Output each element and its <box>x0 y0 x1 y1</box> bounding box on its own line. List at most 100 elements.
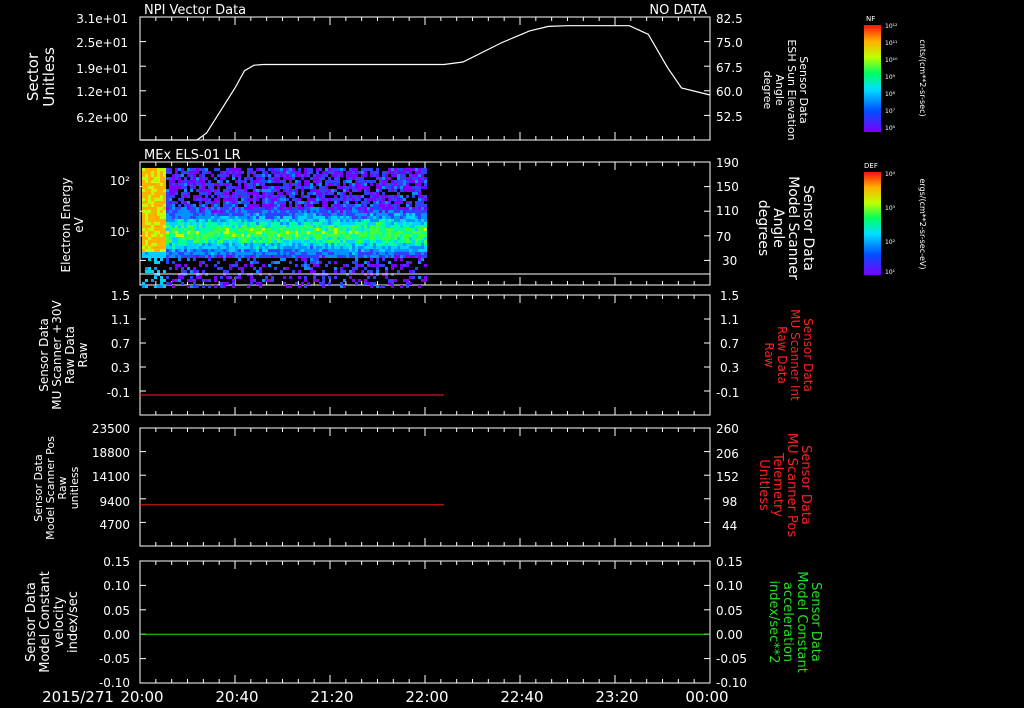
spectrogram-cell <box>190 171 193 174</box>
p4-right-tick: 206 <box>716 447 739 461</box>
spectrogram-cell <box>331 246 334 249</box>
spectrogram-cell <box>256 240 259 243</box>
spectrogram-cell <box>265 228 268 231</box>
spectrogram-cell <box>274 219 277 222</box>
spectrogram-cell <box>193 195 196 198</box>
spectrogram-cell <box>418 198 421 201</box>
spectrogram-cell <box>271 186 274 189</box>
spectrogram-cell <box>418 210 421 213</box>
spectrogram-cell <box>175 243 178 246</box>
spectrogram-cell <box>196 225 199 228</box>
spectrogram-cell <box>313 246 316 249</box>
spectrogram-cell <box>187 243 190 246</box>
spectrogram-cell <box>382 246 385 249</box>
spectrogram-cell <box>166 198 169 201</box>
spectrogram-cell <box>226 174 229 177</box>
spectrogram-cell <box>313 231 316 234</box>
spectrogram-cell <box>370 285 373 288</box>
spectrogram-cell <box>145 228 148 231</box>
spectrogram-cell <box>295 213 298 216</box>
spectrogram-cell <box>280 237 283 240</box>
spectrogram-cell <box>256 228 259 231</box>
p5-left-tick: 0.15 <box>103 555 130 569</box>
spectrogram-cell <box>271 234 274 237</box>
spectrogram-cell <box>292 231 295 234</box>
spectrogram-cell <box>229 249 232 252</box>
spectrogram-cell <box>268 195 271 198</box>
spectrogram-cell <box>424 198 427 201</box>
spectrogram-cell <box>361 255 364 258</box>
spectrogram-cell <box>241 234 244 237</box>
colorbar1-tick: 10⁹ <box>885 74 896 81</box>
spectrogram-cell <box>301 249 304 252</box>
spectrogram-cell <box>382 207 385 210</box>
spectrogram-cell <box>397 246 400 249</box>
spectrogram-cell <box>361 204 364 207</box>
spectrogram-cell <box>181 174 184 177</box>
spectrogram-cell <box>304 171 307 174</box>
spectrogram-cell <box>256 249 259 252</box>
spectrogram-cell <box>412 219 415 222</box>
spectrogram-cell <box>256 207 259 210</box>
spectrogram-cell <box>223 177 226 180</box>
spectrogram-cell <box>364 267 367 270</box>
spectrogram-cell <box>325 225 328 228</box>
spectrogram-cell <box>355 237 358 240</box>
spectrogram-cell <box>403 180 406 183</box>
spectrogram-cell <box>187 249 190 252</box>
spectrogram-cell <box>304 204 307 207</box>
spectrogram-cell <box>193 213 196 216</box>
spectrogram-cell <box>256 168 259 171</box>
spectrogram-cell <box>355 189 358 192</box>
spectrogram-cell <box>148 225 151 228</box>
spectrogram-cell <box>163 249 166 252</box>
spectrogram-cell <box>214 276 217 279</box>
spectrogram-cell <box>340 255 343 258</box>
spectrogram-cell <box>382 201 385 204</box>
spectrogram-cell <box>385 186 388 189</box>
spectrogram-cell <box>226 186 229 189</box>
spectrogram-cell <box>325 249 328 252</box>
spectrogram-cell <box>304 195 307 198</box>
spectrogram-cell <box>208 183 211 186</box>
spectrogram-cell <box>160 207 163 210</box>
spectrogram-cell <box>283 195 286 198</box>
spectrogram-cell <box>220 174 223 177</box>
p5-right-tick: 0.15 <box>716 555 743 569</box>
spectrogram-cell <box>409 243 412 246</box>
spectrogram-cell <box>283 180 286 183</box>
spectrogram-cell <box>310 255 313 258</box>
spectrogram-cell <box>328 225 331 228</box>
spectrogram-cell <box>223 237 226 240</box>
spectrogram-cell <box>412 237 415 240</box>
spectrogram-cell <box>148 228 151 231</box>
spectrogram-cell <box>340 168 343 171</box>
spectrogram-cell <box>370 222 373 225</box>
spectrogram-cell <box>199 198 202 201</box>
spectrogram-cell <box>304 201 307 204</box>
spectrogram-cell <box>238 228 241 231</box>
spectrogram-cell <box>208 201 211 204</box>
spectrogram-cell <box>238 183 241 186</box>
spectrogram-cell <box>295 228 298 231</box>
spectrogram-cell <box>178 264 181 267</box>
spectrogram-cell <box>235 168 238 171</box>
spectrogram-cell <box>259 180 262 183</box>
spectrogram-cell <box>148 216 151 219</box>
spectrogram-cell <box>331 171 334 174</box>
spectrogram-cell <box>214 255 217 258</box>
p4-left-tick: 4700 <box>99 518 130 532</box>
spectrogram-cell <box>145 216 148 219</box>
spectrogram-cell <box>337 216 340 219</box>
spectrogram-cell <box>241 246 244 249</box>
spectrogram-cell <box>163 171 166 174</box>
spectrogram-cell <box>322 216 325 219</box>
spectrogram-cell <box>274 228 277 231</box>
spectrogram-cell <box>388 252 391 255</box>
spectrogram-cell <box>259 282 262 285</box>
spectrogram-cell <box>241 267 244 270</box>
spectrogram-cell <box>343 237 346 240</box>
spectrogram-cell <box>406 255 409 258</box>
spectrogram-cell <box>271 237 274 240</box>
spectrogram-cell <box>307 216 310 219</box>
